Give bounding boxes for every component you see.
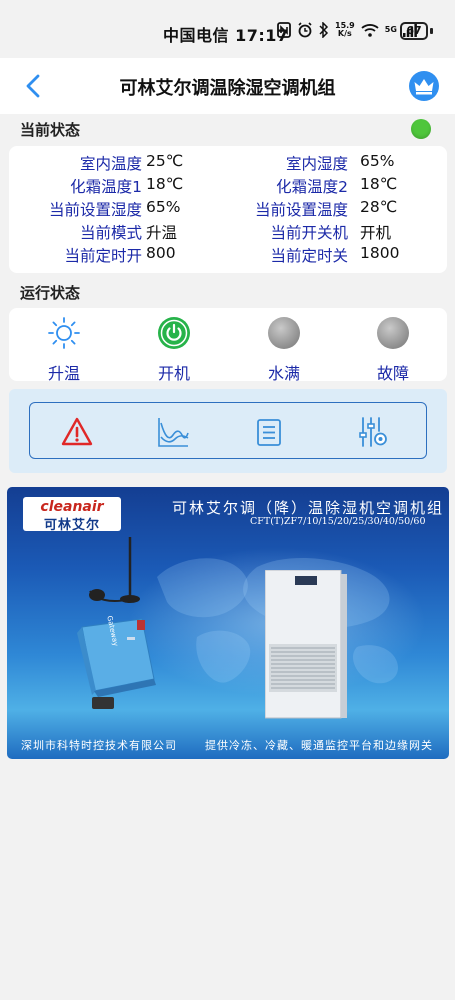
status-value: 18℃ [146, 175, 184, 193]
banner-model: CFT(T)ZF7/10/15/20/25/30/40/50/60 [250, 516, 426, 527]
status-label: 当前设置湿度 [48, 201, 142, 219]
status-label: 当前设置温度 [254, 201, 348, 219]
run-status-water-full: 水满 [249, 316, 319, 384]
status-label: 当前定时开 [64, 247, 142, 265]
run-status-heading: 运行状态 [20, 284, 81, 302]
network-speed: 15.9 K/s [335, 21, 355, 38]
power-icon [158, 317, 190, 349]
run-status-power: 开机 [139, 316, 209, 384]
logo-english: cleanair [40, 499, 104, 515]
signal-type: 5G [384, 25, 397, 34]
status-icons: 15.9 K/s 5G [277, 22, 417, 38]
status-label: 当前模式 [79, 224, 142, 242]
alarm-warning-icon[interactable] [60, 415, 94, 449]
status-label: 化霜温度2 [276, 178, 348, 196]
toolbar [29, 402, 427, 459]
logo-chinese: 可林艾尔 [43, 518, 100, 533]
list-icon[interactable] [252, 415, 286, 449]
app-header: 可林艾尔调温除湿空调机组 [0, 58, 455, 114]
current-status-heading: 当前状态 [20, 121, 81, 139]
chart-curve-icon[interactable] [156, 415, 190, 449]
status-row: 室内温度 25℃ 室内湿度 65% [9, 152, 447, 175]
vip-crown-button[interactable] [409, 71, 439, 101]
nfc-icon [277, 22, 291, 38]
ac-unit-image [265, 570, 347, 719]
status-row: 当前模式 升温 当前开关机 开机 [9, 221, 447, 244]
alarm-clock-icon [298, 22, 312, 38]
run-status-heating: 升温 [29, 316, 99, 384]
settings-sliders-icon[interactable] [356, 415, 390, 449]
status-value: 800 [146, 244, 176, 262]
gateway-device-image [77, 537, 156, 709]
banner-footer: 深圳市科特时控技术有限公司 提供冷冻、冷藏、暖通监控平台和边缘网关 [7, 735, 449, 759]
run-status-label: 开机 [157, 364, 190, 383]
product-banner: cleanair 可林艾尔 可林艾尔调（降）温除湿机空调机组 CFT(T)ZF7… [7, 487, 449, 759]
status-label: 当前开关机 [270, 224, 348, 242]
carrier-time: 中国电信 17:17 [163, 26, 289, 45]
status-label: 当前定时关 [270, 247, 348, 265]
company-slogan: 提供冷冻、冷藏、暖通监控平台和边缘网关 [205, 739, 433, 752]
status-value: 开机 [360, 224, 392, 242]
run-status-label: 故障 [376, 364, 409, 383]
status-row: 当前定时开 800 当前定时关 1800 [9, 244, 447, 267]
bluetooth-icon [319, 22, 329, 38]
status-label: 室内湿度 [285, 155, 348, 173]
status-value: 升温 [146, 224, 178, 242]
crown-icon [414, 79, 434, 95]
gray-dot-icon [377, 317, 409, 349]
status-value: 28℃ [360, 198, 398, 216]
status-bar: 中国电信 17:17 15.9 K/s 5G 67 [0, 0, 455, 62]
run-status-label: 升温 [47, 364, 80, 383]
sun-icon [48, 317, 80, 349]
status-row: 化霜温度1 18℃ 化霜温度2 18℃ [9, 175, 447, 198]
current-status-card: 室内温度 25℃ 室内湿度 65% 化霜温度1 18℃ 化霜温度2 18℃ 当前… [9, 146, 447, 273]
banner-title: 可林艾尔调（降）温除湿机空调机组 [172, 499, 445, 517]
battery-tip [430, 28, 433, 34]
brand-logo: cleanair 可林艾尔 [23, 497, 121, 533]
status-label: 化霜温度1 [70, 178, 142, 196]
status-value: 1800 [360, 244, 400, 262]
status-value: 18℃ [360, 175, 398, 193]
run-status-fault: 故障 [358, 316, 428, 384]
company-name: 深圳市科特时控技术有限公司 [21, 739, 177, 752]
status-value: 65% [360, 152, 395, 170]
run-status-label: 水满 [267, 364, 300, 383]
run-status-card: 升温 开机 水满 故障 [9, 308, 447, 384]
wifi-icon [361, 24, 379, 37]
gray-dot-icon [268, 317, 300, 349]
battery-indicator: 67 [400, 22, 428, 40]
online-status-indicator [411, 119, 431, 139]
toolbar-panel [9, 389, 447, 473]
status-row: 当前设置湿度 65% 当前设置温度 28℃ [9, 198, 447, 221]
status-label: 室内温度 [79, 155, 142, 173]
status-value: 25℃ [146, 152, 184, 170]
status-value: 65% [146, 198, 181, 216]
page-title: 可林艾尔调温除湿空调机组 [119, 78, 336, 99]
